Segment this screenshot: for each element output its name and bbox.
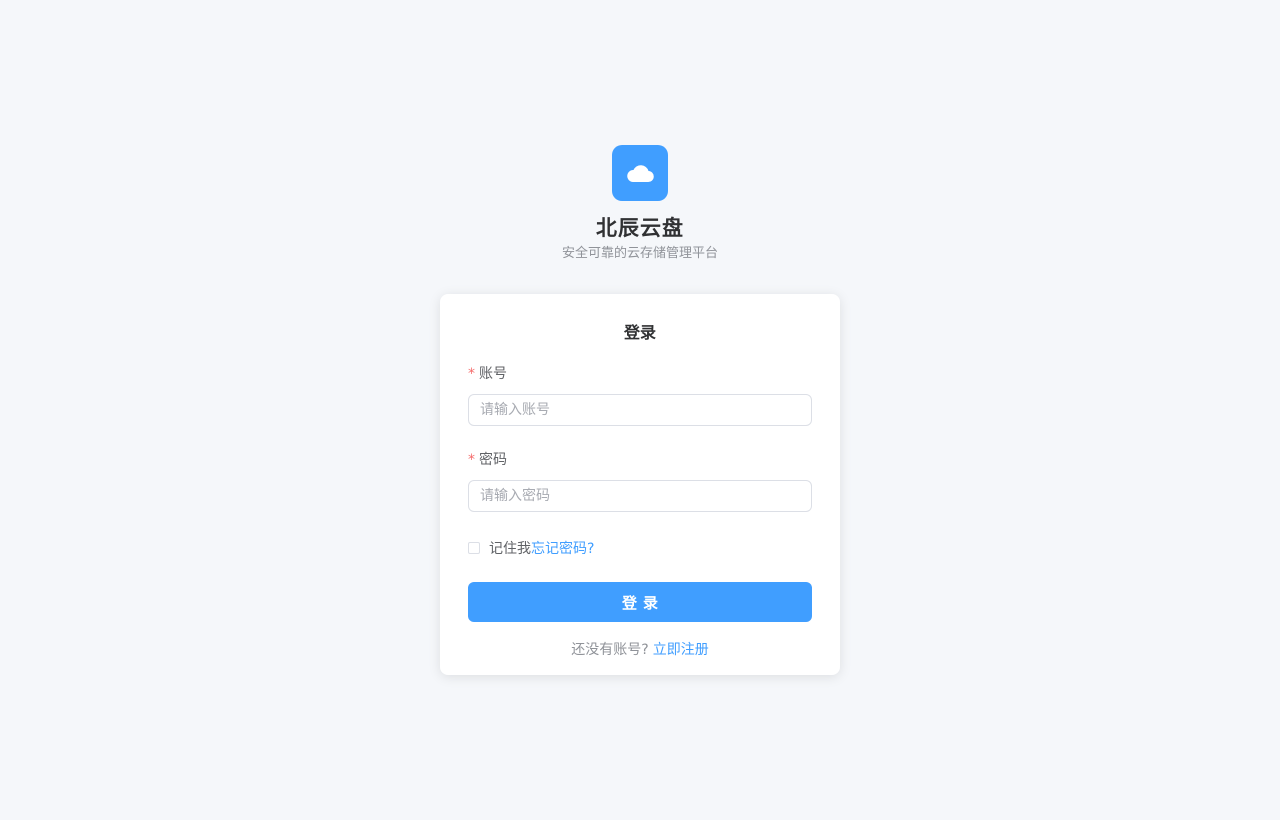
remember-row: 记住我 忘记密码?	[468, 538, 812, 558]
register-link[interactable]: 立即注册	[653, 642, 709, 658]
app-title: 北辰云盘	[596, 216, 684, 240]
account-label: * 账号	[468, 364, 812, 384]
forgot-password-link[interactable]: 忘记密码?	[531, 538, 594, 558]
login-page: 北辰云盘 安全可靠的云存储管理平台 登录 *账号 *密码 记住我忘记密码? 登录…	[0, 0, 1280, 820]
account-label-text: 账号	[479, 366, 507, 382]
password-label-text: 密码	[479, 452, 507, 468]
remember-checkbox[interactable]	[468, 542, 480, 554]
password-form-item: * 密码	[468, 450, 812, 512]
app-logo	[612, 145, 668, 201]
cloud-icon	[627, 165, 654, 183]
register-prompt: 还没有账号?	[571, 642, 649, 658]
account-form-item: * 账号	[468, 364, 812, 426]
required-mark: *	[468, 452, 475, 468]
login-button[interactable]: 登录	[468, 582, 812, 622]
password-label: * 密码	[468, 450, 812, 470]
required-mark: *	[468, 366, 475, 382]
app-subtitle: 安全可靠的云存储管理平台	[561, 246, 718, 261]
login-card: 登录 *账号 *密码 记住我忘记密码? 登录 还没有账号?立即注册	[440, 294, 840, 675]
login-title: 登录	[623, 323, 656, 342]
account-input[interactable]	[468, 394, 812, 426]
brand-header: 北辰云盘 安全可靠的云存储管理平台	[0, 145, 1280, 262]
remember-label[interactable]: 记住我	[489, 538, 531, 558]
register-row: 还没有账号? 立即注册	[468, 640, 812, 660]
password-input[interactable]	[468, 480, 812, 512]
